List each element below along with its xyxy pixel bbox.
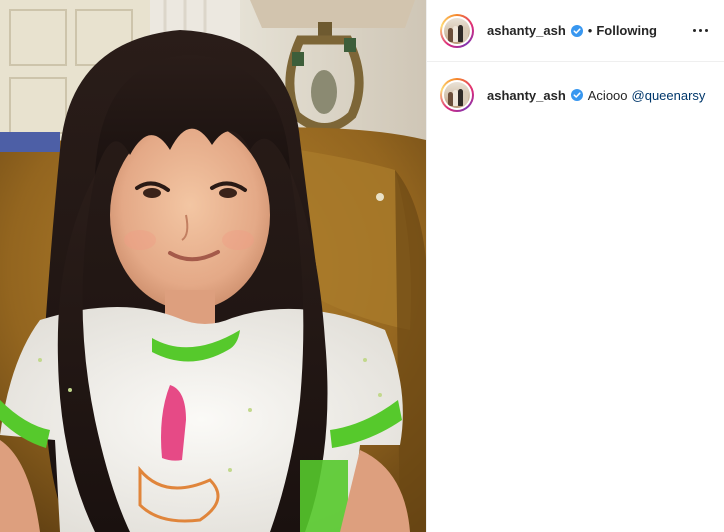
avatar-ring [442,15,472,46]
post-dialog: ashanty_ash • Following ashanty_ash Acio… [0,0,724,532]
caption-avatar[interactable] [440,78,474,112]
caption-text: Aciooo [587,87,628,103]
more-horizontal-icon[interactable] [688,19,712,43]
avatar-image [444,17,470,44]
post-image[interactable] [0,0,426,532]
post-caption: ashanty_ash Aciooo @queenarsy [427,62,724,112]
following-button[interactable]: Following [596,23,657,38]
photo-illustration [0,0,426,532]
verified-badge-icon [570,89,583,101]
caption-username[interactable]: ashanty_ash [487,88,566,103]
author-avatar[interactable] [440,13,474,48]
verified-badge-icon [570,24,583,37]
author-username[interactable]: ashanty_ash [487,23,566,38]
post-header: ashanty_ash • Following [427,0,724,62]
header-separator: • [587,23,593,38]
post-sidebar: ashanty_ash • Following ashanty_ash Acio… [426,0,724,532]
avatar-image [444,82,470,108]
caption-mention-link[interactable]: @queenarsy [632,88,706,103]
avatar-ring [442,80,472,110]
